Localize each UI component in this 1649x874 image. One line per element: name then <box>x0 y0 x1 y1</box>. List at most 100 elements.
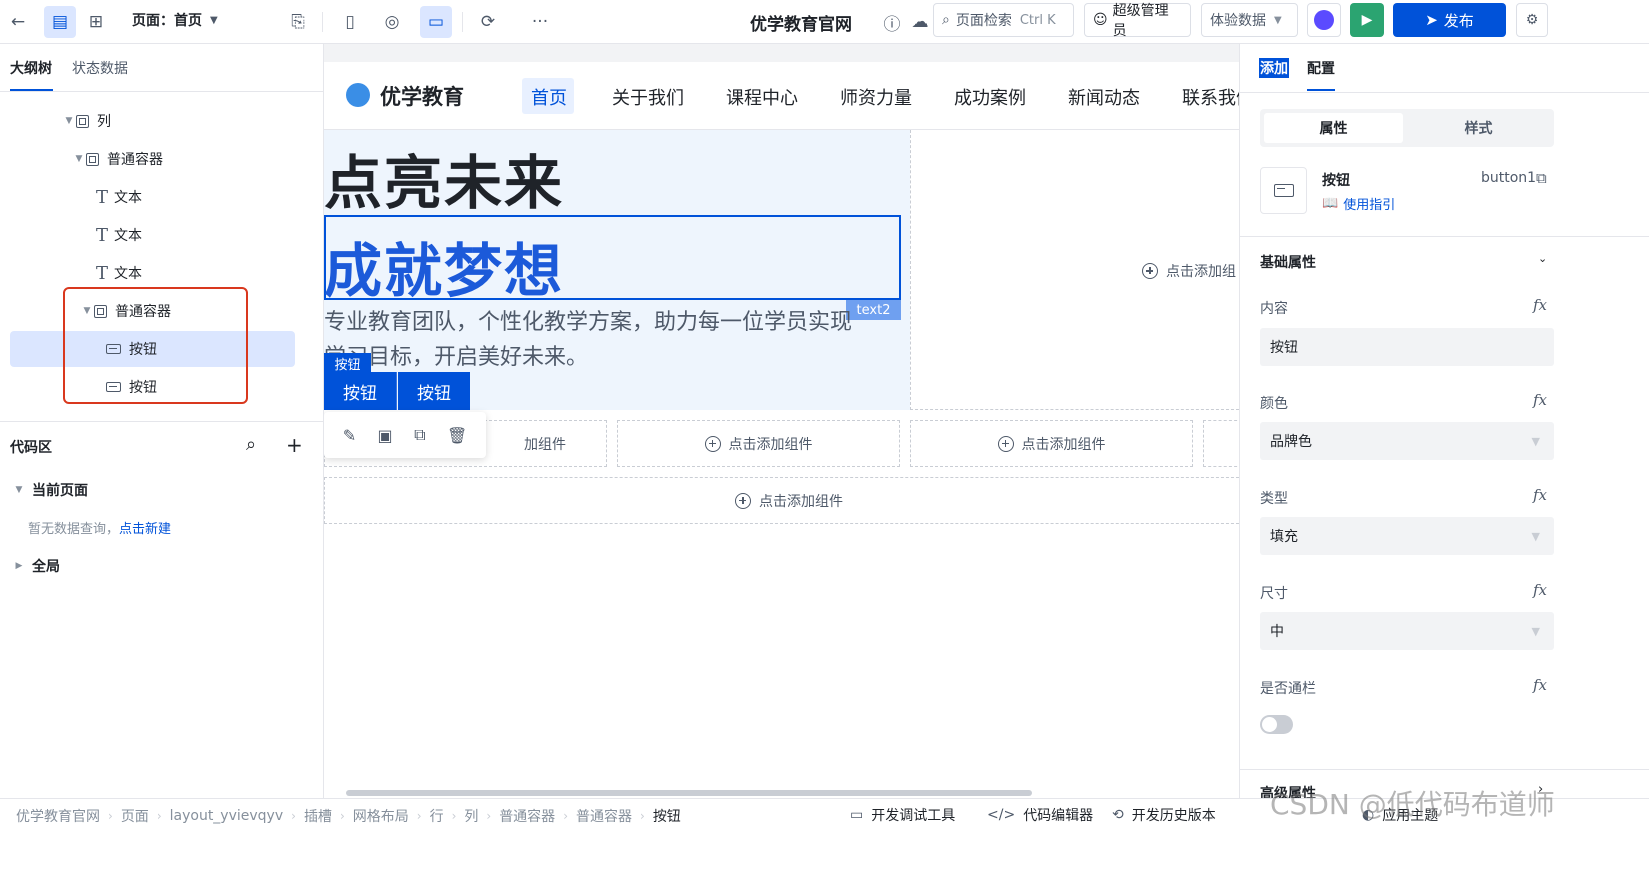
add-component-placeholder[interactable]: 点击添加组件 <box>324 477 1239 524</box>
headline-light-future[interactable]: 点亮未来 <box>324 136 564 220</box>
breadcrumb-item-current[interactable]: 按钮 <box>653 806 681 826</box>
breadcrumb-item[interactable]: 普通容器 <box>499 806 555 826</box>
copy-icon[interactable]: ⧉ <box>414 425 425 445</box>
fx-icon[interactable]: fx <box>1533 676 1547 694</box>
create-new-link[interactable]: 点击新建 <box>119 522 171 537</box>
preview-button[interactable]: ▶ <box>1350 3 1384 37</box>
usage-guide-link[interactable]: 📖 使用指引 <box>1322 194 1395 213</box>
search-icon[interactable]: ⌕ <box>246 434 256 455</box>
tree-node-text[interactable]: T 文本 <box>10 217 295 253</box>
add-circle-icon <box>997 435 1014 452</box>
delete-icon[interactable]: 🗑 <box>447 426 467 445</box>
site-header[interactable]: 优学教育 首页 关于我们 课程中心 师资力量 成功案例 新闻动态 联系我们 <box>324 62 1239 130</box>
page-selector[interactable]: 页面：首页 ▼ <box>132 10 218 30</box>
tree-node-column[interactable]: ▼ 列 <box>10 103 295 139</box>
cloud-icon[interactable]: ☁ <box>906 6 934 38</box>
add-component-placeholder[interactable]: 点击添加组件 <box>910 420 1193 467</box>
add-icon[interactable]: + <box>286 433 303 457</box>
nav-teachers[interactable]: 师资力量 <box>840 84 912 110</box>
page-list-icon[interactable]: ▤ <box>44 6 76 38</box>
horizontal-scrollbar[interactable] <box>346 790 1032 796</box>
tree-node-label: 文本 <box>114 190 143 206</box>
breadcrumb-item[interactable]: layout_yvievqyv <box>170 808 284 824</box>
hero-right-column[interactable]: 点击添加组 <box>910 130 1239 410</box>
segment-props[interactable]: 属性 <box>1264 113 1403 143</box>
prop-color-select[interactable]: 品牌色 ▼ <box>1260 422 1554 460</box>
hero-description-line1[interactable]: 专业教育团队，个性化教学方案，助力每一位学员实现 <box>324 304 852 336</box>
layout-icon[interactable]: ⊞ <box>80 6 112 38</box>
breadcrumb-item[interactable]: 网格布局 <box>353 806 409 826</box>
chevron-down-icon: ▼ <box>1274 14 1282 26</box>
code-editor-label: 代码编辑器 <box>1023 808 1094 824</box>
dev-debug-tool[interactable]: ▭ 开发调试工具 <box>850 805 955 825</box>
code-editor-tool[interactable]: </> 代码编辑器 <box>987 805 1093 825</box>
chevron-right-icon: › <box>563 809 568 823</box>
tab-add[interactable]: 添加 <box>1259 58 1289 78</box>
add-component-placeholder[interactable] <box>1203 420 1239 467</box>
bottom-status-bar: 优学教育官网 › 页面 › layout_yvievqyv › 插槽 › 网格布局 › 行… <box>0 788 1649 874</box>
breadcrumb-item[interactable]: 列 <box>464 806 478 826</box>
publish-button[interactable]: ➤ 发布 <box>1393 3 1506 37</box>
prop-type-select[interactable]: 填充 ▼ <box>1260 517 1554 555</box>
current-page-section[interactable]: ▼ 当前页面 <box>12 480 88 500</box>
global-section[interactable]: ▶ 全局 <box>12 556 60 576</box>
fx-icon[interactable]: fx <box>1533 391 1547 409</box>
fx-icon[interactable]: fx <box>1533 296 1547 314</box>
save-icon[interactable]: ▣ <box>378 426 393 445</box>
page-search-button[interactable]: ⌕ 页面检索 Ctrl K <box>933 3 1074 37</box>
component-tag-text2: text2 <box>846 300 901 320</box>
desktop-device-icon[interactable]: ▭ <box>420 6 452 38</box>
user-button[interactable]: ☺ 超级管理员 <box>1084 3 1191 39</box>
headline-achieve-dream[interactable]: 成就梦想 <box>324 224 564 308</box>
nav-cases[interactable]: 成功案例 <box>954 84 1026 110</box>
copy-icon[interactable]: ⧉ <box>1536 169 1547 187</box>
breadcrumb-item[interactable]: 插槽 <box>304 806 332 826</box>
mini-program-icon[interactable]: ◎ <box>376 6 408 38</box>
fx-icon[interactable]: fx <box>1533 486 1547 504</box>
left-panel: 大纲树 状态数据 ▼ 列 ▼ 普通容器 T 文本 T 文本 T 文本 ▼ 普通容… <box>0 44 324 798</box>
tab-state-data[interactable]: 状态数据 <box>72 58 128 78</box>
caret-down-icon[interactable]: ▼ <box>72 154 86 164</box>
tab-config[interactable]: 配置 <box>1307 58 1335 78</box>
tree-node-text[interactable]: T 文本 <box>10 179 295 215</box>
nav-contact[interactable]: 联系我们 <box>1182 84 1239 110</box>
hero-button-2[interactable]: 按钮 <box>398 372 470 410</box>
nav-news[interactable]: 新闻动态 <box>1068 84 1140 110</box>
add-page-icon[interactable]: ⎘ <box>282 6 314 38</box>
tree-node-container[interactable]: ▼ 普通容器 <box>10 141 295 177</box>
nav-home[interactable]: 首页 <box>531 84 567 110</box>
data-mode-select[interactable]: 体验数据 ▼ <box>1201 3 1298 37</box>
add-component-placeholder[interactable]: 点击添加组 <box>1142 261 1236 281</box>
caret-down-icon[interactable]: ▼ <box>62 116 76 126</box>
prop-content-input[interactable]: 按钮 <box>1260 328 1554 366</box>
back-arrow-icon[interactable]: ← <box>2 6 34 38</box>
settings-button[interactable]: ⚙ <box>1516 3 1548 37</box>
segment-style[interactable]: 样式 <box>1407 113 1550 143</box>
history-tool[interactable]: ⟲ 开发历史版本 <box>1112 805 1216 825</box>
nav-courses[interactable]: 课程中心 <box>726 84 798 110</box>
fx-icon[interactable]: fx <box>1533 581 1547 599</box>
breadcrumb-item[interactable]: 优学教育官网 <box>16 806 100 826</box>
breadcrumb-item[interactable]: 行 <box>430 806 444 826</box>
edit-icon[interactable]: ✎ <box>343 426 356 445</box>
breadcrumb-item[interactable]: 页面 <box>121 806 149 826</box>
add-component-placeholder[interactable]: 点击添加组件 <box>617 420 900 467</box>
prop-size-select[interactable]: 中 ▼ <box>1260 612 1554 650</box>
ai-assistant-button[interactable] <box>1307 3 1341 37</box>
page-selector-label: 页面：首页 <box>132 13 202 29</box>
nav-about[interactable]: 关于我们 <box>612 84 684 110</box>
tree-node-text[interactable]: T 文本 <box>10 255 295 291</box>
hero-button-1[interactable]: 按钮 <box>324 372 397 410</box>
chevron-down-icon[interactable]: ⌄ <box>1538 252 1547 265</box>
prop-content-value: 按钮 <box>1270 340 1298 356</box>
logo-icon <box>346 83 370 107</box>
mobile-device-icon[interactable]: ▯ <box>334 6 366 38</box>
tab-outline[interactable]: 大纲树 <box>10 58 52 78</box>
more-icon[interactable]: ··· <box>524 6 556 38</box>
breadcrumb-item[interactable]: 普通容器 <box>576 806 632 826</box>
full-width-toggle[interactable] <box>1260 715 1293 734</box>
section-basic-props[interactable]: 基础属性 <box>1260 252 1316 272</box>
refresh-icon[interactable]: ⟳ <box>472 6 504 38</box>
info-icon[interactable]: ⓘ <box>876 6 908 38</box>
add-component-label: 点击添加组件 <box>1021 436 1106 453</box>
